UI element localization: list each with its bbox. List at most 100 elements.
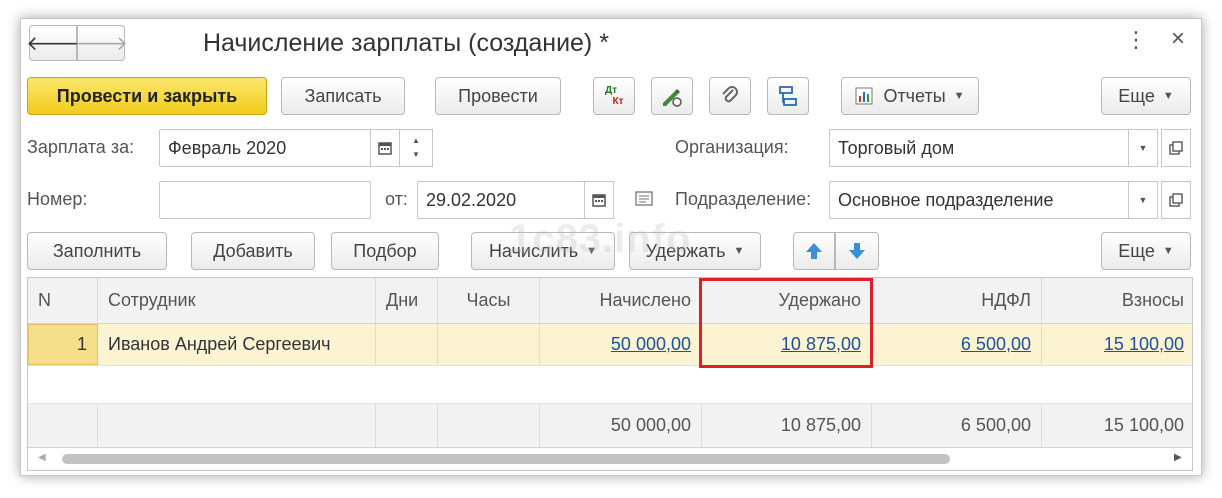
row-hours[interactable] xyxy=(438,324,540,365)
organization-open-button[interactable] xyxy=(1161,129,1191,167)
header-days[interactable]: Дни xyxy=(376,278,438,323)
organization-dropdown-button[interactable]: ▼ xyxy=(1128,129,1158,167)
move-up-button[interactable] xyxy=(793,232,835,270)
save-button[interactable]: Записать xyxy=(281,77,405,115)
division-open-button[interactable] xyxy=(1161,181,1191,219)
calendar-icon xyxy=(592,194,606,207)
row-contrib-link[interactable]: 15 100,00 xyxy=(1104,334,1184,355)
attach-button[interactable] xyxy=(709,77,751,115)
scrollbar-thumb[interactable] xyxy=(62,454,950,464)
paperclip-icon xyxy=(722,86,738,103)
totals-n xyxy=(28,404,98,447)
row-withheld-cell[interactable]: 10 875,00 xyxy=(702,324,872,365)
stepper-down-icon: ▼ xyxy=(412,150,420,159)
stepper-up-icon: ▲ xyxy=(412,136,420,145)
row-ndfl-cell[interactable]: 6 500,00 xyxy=(872,324,1042,365)
dt-kt-icon-bottom: Кт xyxy=(612,96,624,107)
totals-days xyxy=(376,404,438,447)
scroll-right-icon[interactable]: ▶ xyxy=(1174,452,1182,463)
more-label: Еще xyxy=(1118,85,1155,106)
open-link-icon xyxy=(1169,193,1183,207)
row-accrued-link[interactable]: 50 000,00 xyxy=(611,334,691,355)
date-label: от: xyxy=(385,189,408,209)
total-withheld: 10 875,00 xyxy=(702,404,872,447)
chevron-down-icon: ▼ xyxy=(1162,245,1174,257)
row-days[interactable] xyxy=(376,324,438,365)
document-window: 🡐 🡒 Начисление зарплаты (создание) * ⋮ ×… xyxy=(20,18,1202,476)
division-label: Подразделение: xyxy=(675,189,812,209)
total-ndfl: 6 500,00 xyxy=(872,404,1042,447)
division-field[interactable]: Основное подразделение xyxy=(829,181,1129,219)
table-more-label: Еще xyxy=(1118,240,1155,261)
arrow-right-icon: 🡒 xyxy=(74,32,128,55)
row-withheld-link[interactable]: 10 875,00 xyxy=(781,334,861,355)
add-button[interactable]: Добавить xyxy=(191,232,315,270)
header-employee[interactable]: Сотрудник xyxy=(98,278,376,323)
row-ndfl-link[interactable]: 6 500,00 xyxy=(961,334,1031,355)
watermark: 1c83.info xyxy=(509,217,692,261)
organization-field[interactable]: Торговый дом xyxy=(829,129,1129,167)
structure-button[interactable] xyxy=(767,77,809,115)
header-n[interactable]: N xyxy=(28,278,98,323)
date-field[interactable]: 29.02.2020 xyxy=(417,181,585,219)
table-totals: 50 000,00 10 875,00 6 500,00 15 100,00 xyxy=(28,404,1192,448)
arrow-down-icon xyxy=(849,243,865,259)
header-hours[interactable]: Часы xyxy=(438,278,540,323)
totals-employee xyxy=(98,404,376,447)
date-calendar-button[interactable] xyxy=(584,181,614,219)
more-actions-dropdown[interactable]: Еще ▼ xyxy=(1101,77,1191,115)
post-and-close-button[interactable]: Провести и закрыть xyxy=(27,77,267,115)
header-ndfl[interactable]: НДФЛ xyxy=(872,278,1042,323)
edit-log-button[interactable] xyxy=(651,77,693,115)
dt-kt-icon-top: Дт xyxy=(604,85,618,96)
pick-button[interactable]: Подбор xyxy=(331,232,439,270)
chevron-down-icon: ▼ xyxy=(733,245,745,257)
calendar-button[interactable] xyxy=(370,129,400,167)
report-chart-icon xyxy=(855,87,873,105)
table-header: N Сотрудник Дни Часы Начислено Удержано … xyxy=(28,278,1192,324)
header-contrib[interactable]: Взносы xyxy=(1042,278,1192,323)
chevron-down-icon: ▼ xyxy=(1138,143,1148,153)
header-withheld[interactable]: Удержано xyxy=(702,278,872,323)
row-accrued-cell[interactable]: 50 000,00 xyxy=(540,324,702,365)
move-down-button[interactable] xyxy=(835,232,879,270)
arrow-up-icon xyxy=(806,243,822,259)
salary-for-label: Зарплата за: xyxy=(27,137,135,157)
close-icon[interactable]: × xyxy=(1171,25,1185,53)
hierarchy-icon xyxy=(779,86,797,106)
accruals-table: N Сотрудник Дни Часы Начислено Удержано … xyxy=(27,277,1193,471)
comment-icon[interactable] xyxy=(635,191,653,212)
reports-dropdown[interactable]: Отчеты ▼ xyxy=(841,77,979,115)
total-accrued: 50 000,00 xyxy=(540,404,702,447)
dt-kt-button[interactable]: Дт Кт xyxy=(593,77,635,115)
fill-button[interactable]: Заполнить xyxy=(27,232,167,270)
salary-period-field[interactable]: Февраль 2020 xyxy=(159,129,371,167)
total-contrib: 15 100,00 xyxy=(1103,415,1184,435)
row-contrib-cell[interactable]: 15 100,00 xyxy=(1042,324,1192,365)
calendar-icon xyxy=(378,142,392,155)
division-dropdown-button[interactable]: ▼ xyxy=(1128,181,1158,219)
organization-label: Организация: xyxy=(675,137,789,157)
reports-label: Отчеты xyxy=(883,85,946,106)
back-button[interactable]: 🡐 xyxy=(26,25,80,61)
header-accrued[interactable]: Начислено xyxy=(540,278,702,323)
more-vert-icon[interactable]: ⋮ xyxy=(1125,27,1147,53)
row-number[interactable]: 1 xyxy=(28,324,98,365)
open-link-icon xyxy=(1169,141,1183,155)
number-field[interactable] xyxy=(159,181,371,219)
table-row[interactable]: 1 Иванов Андрей Сергеевич 50 000,00 10 8… xyxy=(28,324,1192,366)
scroll-left-icon[interactable]: ◀ xyxy=(38,452,46,463)
horizontal-scrollbar[interactable]: ◀ ▶ xyxy=(28,448,1192,470)
period-stepper[interactable]: ▲ ▼ xyxy=(399,129,433,167)
post-button[interactable]: Провести xyxy=(435,77,561,115)
arrow-left-icon: 🡐 xyxy=(26,32,80,55)
forward-button[interactable]: 🡒 xyxy=(74,25,128,61)
row-employee[interactable]: Иванов Андрей Сергеевич xyxy=(98,324,376,365)
chevron-down-icon: ▼ xyxy=(1138,195,1148,205)
empty-row xyxy=(28,366,1192,404)
pencil-icon xyxy=(663,89,682,107)
totals-hours xyxy=(438,404,540,447)
chevron-down-icon: ▼ xyxy=(1162,90,1174,102)
chevron-down-icon: ▼ xyxy=(953,90,965,102)
table-more-dropdown[interactable]: Еще ▼ xyxy=(1101,232,1191,270)
